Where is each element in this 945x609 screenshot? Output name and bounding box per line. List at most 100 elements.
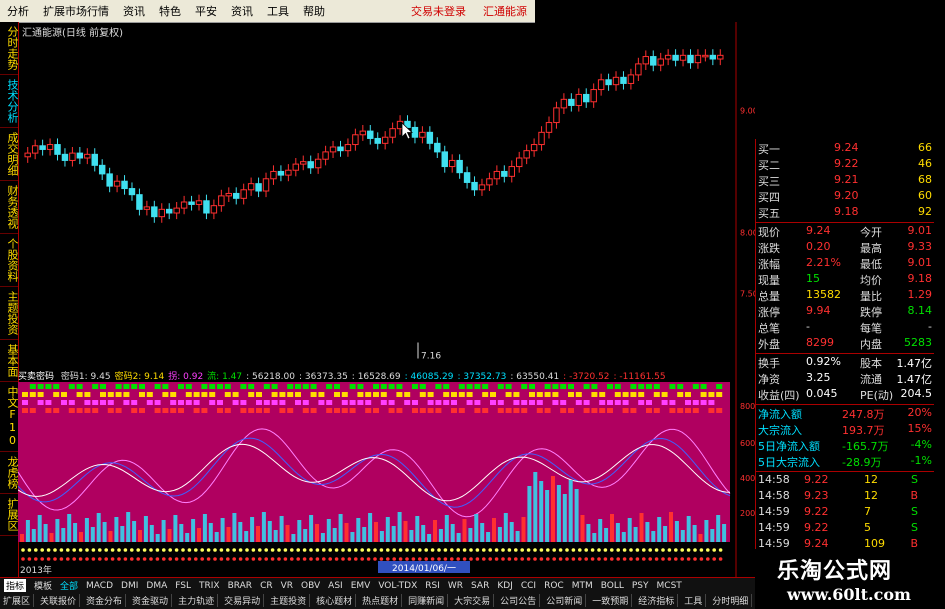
menu-item-tools[interactable]: 工具: [267, 3, 289, 19]
left-tab[interactable]: 分时走势: [0, 22, 19, 75]
extension-tab[interactable]: 扩展区: [3, 594, 35, 607]
signal-dot: [706, 557, 710, 561]
candle-body: [456, 159, 463, 174]
extension-tab[interactable]: 经济指标: [638, 594, 679, 607]
signal-dot: [61, 392, 67, 397]
left-tab[interactable]: 个股资料: [0, 234, 19, 287]
extension-tab[interactable]: 公司新闻: [546, 594, 587, 607]
signal-dot: [451, 408, 457, 413]
signal-dot: [661, 392, 668, 397]
left-tab[interactable]: 基本面: [0, 340, 19, 382]
extension-tab[interactable]: 交易异动: [224, 594, 265, 607]
candle-body: [709, 54, 717, 60]
extension-tab[interactable]: 分时明细: [712, 594, 753, 607]
candle-body: [277, 170, 285, 176]
indicator-tab[interactable]: DMA: [146, 581, 167, 591]
signal-dot: [162, 548, 166, 552]
extension-tab[interactable]: 关联报价: [40, 594, 81, 607]
signal-dot: [251, 557, 256, 561]
menu-item-features[interactable]: 特色: [159, 3, 181, 19]
extension-tab[interactable]: 同赚新闻: [408, 594, 449, 607]
extension-tab[interactable]: 主力轨迹: [178, 594, 219, 607]
signal-dot: [614, 400, 621, 405]
flow-bar: [332, 528, 337, 542]
indicator-tab[interactable]: KDJ: [497, 581, 513, 591]
menu-item-pingan[interactable]: 平安: [195, 3, 217, 19]
flow-bar: [722, 524, 727, 542]
menu-item-news[interactable]: 资讯: [123, 3, 145, 19]
indicator-tab[interactable]: 指标: [4, 579, 27, 592]
indicator-tab[interactable]: TRIX: [199, 581, 220, 591]
left-tab[interactable]: 技术分析: [0, 75, 19, 128]
indicator-tab[interactable]: ROC: [544, 581, 564, 591]
indicator-tab[interactable]: MTM: [572, 581, 593, 591]
menu-item-extended-market[interactable]: 扩展市场行情: [43, 3, 109, 19]
indicator-tab[interactable]: 全部: [60, 579, 78, 592]
left-tab[interactable]: 扩展区: [0, 494, 19, 536]
flow-bar: [149, 525, 154, 542]
bid-label: 买四: [758, 191, 780, 204]
signal-dot: [699, 548, 704, 552]
indicator-tab[interactable]: MCST: [657, 581, 682, 591]
signal-dot: [187, 548, 192, 552]
indicator-tab[interactable]: ASI: [328, 581, 343, 591]
candle-body: [225, 192, 233, 197]
extension-tab[interactable]: 一致预期: [592, 594, 633, 607]
left-tab[interactable]: 主题投资: [0, 287, 19, 340]
signal-dot: [373, 548, 377, 552]
left-tab[interactable]: 成交明细: [0, 128, 19, 181]
signal-dot: [287, 408, 294, 413]
signal-dot: [614, 392, 621, 397]
indicator-tab[interactable]: OBV: [301, 581, 320, 591]
indicator-tab[interactable]: WR: [448, 581, 463, 591]
flow-bar: [627, 518, 632, 542]
flow-value: -28.9万: [842, 456, 882, 469]
signal-dot: [263, 384, 270, 389]
indicator-tab[interactable]: 模板: [34, 579, 52, 592]
signal-dot: [245, 557, 249, 561]
extension-tab[interactable]: 资金驱动: [132, 594, 173, 607]
stock-name: 汇通能源: [483, 5, 527, 18]
signal-dot: [224, 408, 231, 413]
signal-dot: [302, 548, 307, 552]
trade-login-status[interactable]: 交易未登录: [411, 3, 466, 19]
extension-tab[interactable]: 主题投资: [270, 594, 311, 607]
indicator-tab[interactable]: FSL: [175, 581, 191, 591]
flow-bar: [279, 516, 284, 542]
extension-tab[interactable]: 大宗交易: [454, 594, 495, 607]
indicator-tab[interactable]: SAR: [471, 581, 489, 591]
signal-dot: [443, 384, 450, 389]
indicator-tab[interactable]: DMI: [121, 581, 138, 591]
indicator-tab[interactable]: MACD: [86, 581, 113, 591]
flow-bar: [674, 521, 679, 542]
signal-dot: [61, 400, 67, 405]
left-tab[interactable]: 财务透视: [0, 181, 19, 234]
indicator-tab[interactable]: RSI: [425, 581, 440, 591]
signal-dot: [552, 384, 559, 389]
oscillator-background: [18, 382, 730, 542]
left-tab[interactable]: 中文F10: [0, 382, 19, 452]
candle-body: [76, 152, 84, 159]
extension-tab[interactable]: 热点题材: [362, 594, 403, 607]
indicator-tab[interactable]: CR: [260, 581, 273, 591]
indicator-tab[interactable]: CCI: [521, 581, 536, 591]
indicator-tab[interactable]: BOLL: [601, 581, 624, 591]
flow-bar: [155, 534, 160, 542]
extension-tab[interactable]: 核心题材: [316, 594, 357, 607]
menu-item-analysis[interactable]: 分析: [7, 3, 29, 19]
menu-item-info[interactable]: 资讯: [231, 3, 253, 19]
menu-item-help[interactable]: 帮助: [303, 3, 325, 19]
extension-tab[interactable]: 工具: [684, 594, 707, 607]
indicator-tab[interactable]: BRAR: [228, 581, 252, 591]
indicator-tab[interactable]: VR: [281, 581, 293, 591]
flow-pct: 20%: [907, 406, 932, 419]
indicator-tab[interactable]: EMV: [351, 581, 371, 591]
signal-dot: [277, 548, 281, 552]
signal-dot: [341, 392, 348, 397]
indicator-tab[interactable]: VOL-TDX: [378, 581, 417, 591]
signal-dot: [45, 400, 52, 405]
left-tab[interactable]: 龙虎榜: [0, 452, 19, 494]
indicator-tab[interactable]: PSY: [632, 581, 649, 591]
extension-tab[interactable]: 资金分布: [86, 594, 127, 607]
extension-tab[interactable]: 公司公告: [500, 594, 541, 607]
